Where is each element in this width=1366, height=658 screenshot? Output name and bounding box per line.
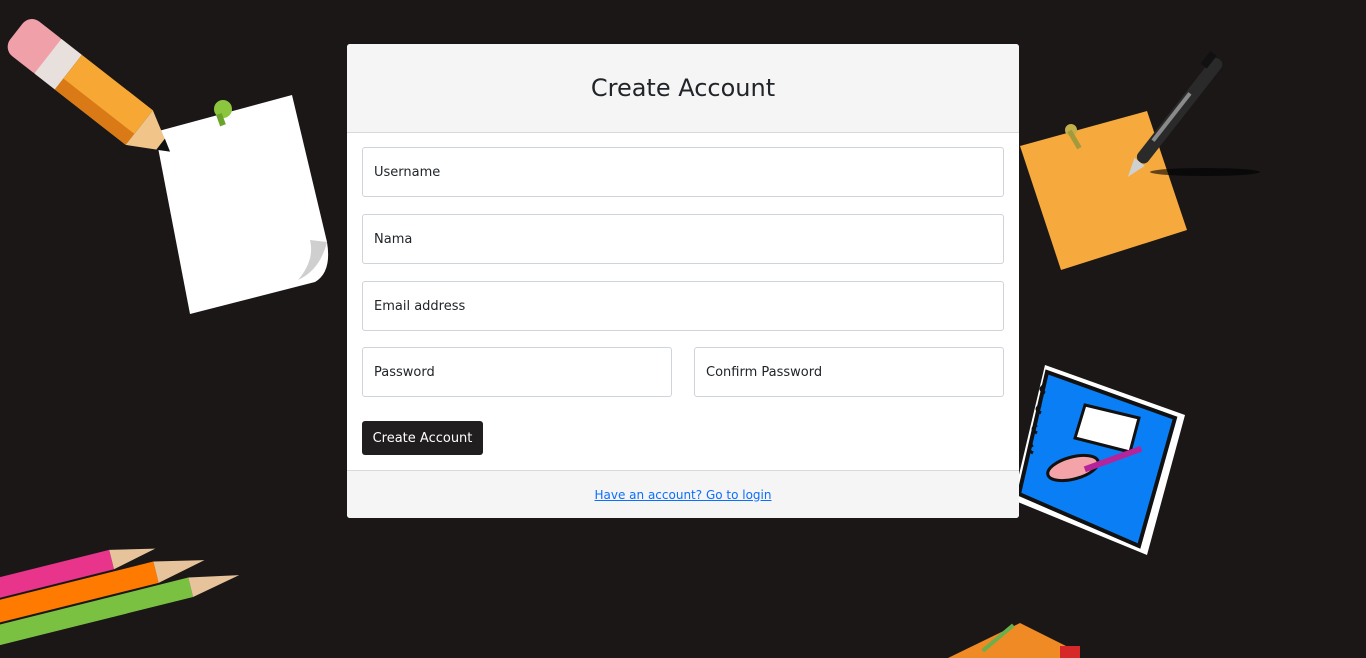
create-account-button[interactable]: Create Account [362, 421, 483, 455]
card-header: Create Account [347, 44, 1019, 133]
page-title: Create Account [590, 74, 776, 102]
book-illustration [948, 623, 1080, 658]
email-placeholder: Email address [374, 298, 466, 314]
email-field[interactable]: Email address [362, 281, 1004, 331]
colored-pencils-illustration [0, 548, 240, 648]
username-placeholder: Username [374, 164, 441, 180]
confirm-password-field[interactable]: Confirm Password [694, 347, 1004, 397]
card-footer: Have an account? Go to login [347, 470, 1019, 518]
create-account-card: Create Account Username Nama Email addre… [347, 44, 1019, 518]
nama-placeholder: Nama [374, 231, 413, 247]
pencil-illustration [7, 19, 171, 152]
notebook-illustration [1015, 365, 1185, 555]
pen-illustration [1127, 50, 1260, 177]
confirm-password-placeholder: Confirm Password [706, 364, 823, 380]
username-field[interactable]: Username [362, 147, 1004, 197]
password-placeholder: Password [374, 364, 435, 380]
nama-field[interactable]: Nama [362, 214, 1004, 264]
password-field[interactable]: Password [362, 347, 672, 397]
go-to-login-link[interactable]: Have an account? Go to login [595, 488, 772, 502]
